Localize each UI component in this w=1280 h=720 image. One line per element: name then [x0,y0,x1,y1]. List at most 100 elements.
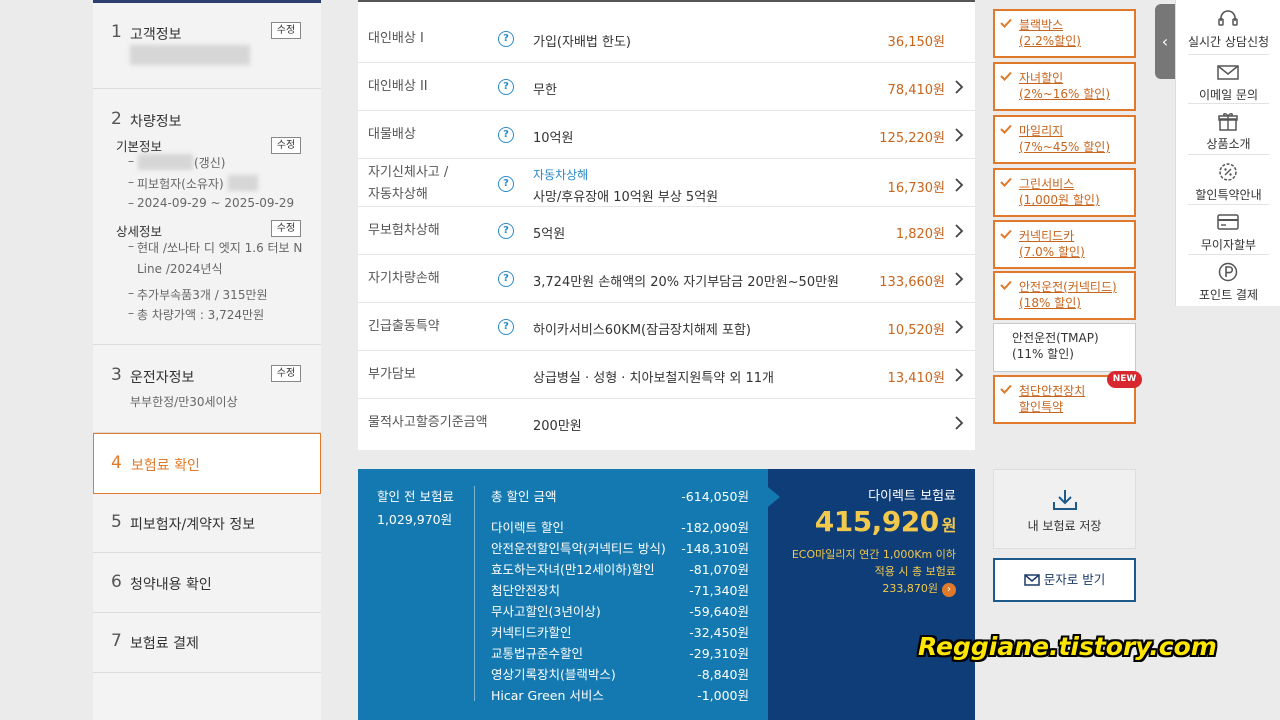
help-icon[interactable]: ? [498,127,514,143]
edit-driver-button[interactable]: 수정 [271,365,301,382]
discount-label-line2: (2%~16% 할인) [1019,87,1111,101]
arrow-right-icon[interactable]: › [942,583,956,597]
step-title: 운전자정보 [130,370,195,386]
coverage-row-bodily-injury-1: 대인배상 Ⅰ ? 가입(자배법 한도) 36,150원 [358,15,975,63]
coverage-price: 1,820원 [895,227,945,242]
coverage-row-bodily-injury-2[interactable]: 대인배상 II ? 무한 78,410원 [358,63,975,111]
quick-menu-products[interactable]: 상품소개 [1176,105,1280,156]
dash: – [128,286,134,300]
coverage-price: 36,150원 [887,35,945,50]
car-value: 총 차량가액 : 3,724만원 [137,308,265,322]
discount-mileage[interactable]: 마일리지 (7%~45% 할인) [993,115,1136,164]
chevron-right-icon[interactable] [951,271,967,287]
coverage-row-emergency[interactable]: 긴급출동특약 ? 하이카서비스60KM(잠금장치해제 포함) 10,520원 [358,303,975,351]
coverage-table: 대인배상 Ⅰ ? 가입(자배법 한도) 36,150원 대인배상 II ? 무한… [358,0,975,450]
coverage-price: 16,730원 [887,181,945,196]
discount-label-line2: 할인특약 [1019,400,1064,414]
edit-customer-button[interactable]: 수정 [271,22,301,39]
step-number: 2 [111,109,122,129]
quick-menu-consult[interactable]: 실시간 상담신청 [1176,3,1280,54]
step-vehicle-info[interactable]: 2 차량정보 기본정보 수정 – (갱신) – 피보험자(소유자) – 2024… [93,89,321,345]
coverage-row-surcharge-threshold[interactable]: 물적사고할증기준금액 200만원 [358,399,975,447]
before-discount-label: 할인 전 보험료 [377,489,454,504]
quick-menu-label: 포인트 결제 [1198,288,1258,302]
coverage-price: 125,220원 [879,131,945,146]
quick-menu-toggle[interactable]: ‹ [1155,4,1175,79]
new-badge: NEW [1107,371,1142,388]
step-customer-info[interactable]: 1 고객정보 수정 [93,3,321,89]
accessories-info: 추가부속품3개 / 315만원 [137,288,268,302]
discount-label-line1: 마일리지 [1019,124,1064,138]
help-icon[interactable]: ? [498,271,514,287]
discount-label-line1: 블랙박스 [1019,18,1064,32]
step-insured-contractor[interactable]: 5 피보험자/계약자 정보 [93,494,321,553]
quick-menu-installment[interactable]: 무이자할부 [1176,206,1280,257]
coverage-row-uninsured[interactable]: 무보험차상해 ? 5억원 1,820원 [358,207,975,255]
help-icon[interactable]: ? [498,223,514,239]
step-driver-info[interactable]: 3 운전자정보 수정 부부한정/만30세이상 [93,345,321,433]
discount-amount: -182,090원 [681,520,749,535]
coverage-row-additional[interactable]: 부가담보 상급병실 · 성형 · 치아보철지원특약 외 11개 13,410원 [358,351,975,399]
chevron-right-icon[interactable] [951,415,967,431]
discount-label-line1: 안전운전(TMAP) [1012,331,1099,345]
step-number: 5 [111,512,122,532]
headset-icon [1218,10,1238,26]
coverage-row-property[interactable]: 대물배상 ? 10억원 125,220원 [358,111,975,159]
help-icon[interactable]: ? [498,79,514,95]
car-model-line1: 현대 /쏘나타 디 엣지 1.6 터보 N [137,241,303,255]
discount-name: 첨단안전장치 [491,583,561,598]
discount-child[interactable]: 자녀할인 (2%~16% 할인) [993,62,1136,111]
step-payment[interactable]: 7 보험료 결제 [93,613,321,673]
chevron-right-icon[interactable] [951,319,967,335]
quick-menu-label: 실시간 상담신청 [1187,35,1270,49]
chevron-right-icon[interactable] [951,367,967,383]
chevron-right-icon[interactable] [951,79,967,95]
step-title: 피보험자/계약자 정보 [130,517,256,533]
discount-amount: -59,640원 [689,604,749,619]
quick-menu-label: 상품소개 [1206,137,1251,151]
discount-label-line2: (11% 할인) [1012,347,1074,361]
coverage-row-self-injury[interactable]: 자기신체사고 / 자동차상해 ? 자동차상해 사망/후유장애 10억원 부상 5… [358,159,975,207]
gift-icon [1218,113,1238,131]
help-icon[interactable]: ? [498,319,514,335]
renewal-label: (갱신) [194,156,226,170]
discount-blackbox[interactable]: 블랙박스 (2.2%할인) [993,9,1136,58]
discount-green-service[interactable]: 그린서비스 (1,000원 할인) [993,168,1136,217]
chevron-right-icon[interactable] [951,127,967,143]
edit-basic-info-button[interactable]: 수정 [271,137,301,154]
discount-amount: -148,310원 [681,541,749,556]
divider [1188,154,1269,155]
premium-summary: 할인 전 보험료 1,029,970원 총 할인 금액 -614,050원 다이… [358,469,768,720]
direct-premium-label: 다이렉트 보험료 [868,489,956,504]
quick-menu-label: 이메일 문의 [1198,88,1258,102]
step-application-review[interactable]: 6 청약내용 확인 [93,553,321,613]
coverage-name: 대인배상 Ⅰ [368,31,424,46]
step-premium-check[interactable]: 4 보험료 확인 [93,433,321,494]
envelope-icon [1024,574,1040,586]
discount-safe-driving-tmap[interactable]: 안전운전(TMAP) (11% 할인) [993,323,1136,372]
save-premium-button[interactable]: 내 보험료 저장 [993,469,1136,549]
discount-safe-driving-connected[interactable]: 안전운전(커넥티드) (18% 할인) [993,271,1136,320]
help-icon[interactable]: ? [498,31,514,47]
quick-menu-discount-guide[interactable]: 할인특약안내 [1176,156,1280,207]
discount-connected-car[interactable]: 커넥티드카 (7.0% 할인) [993,220,1136,269]
coverage-price: 13,410원 [887,371,945,386]
discount-name: 무사고할인(3년이상) [491,604,601,619]
discount-label-line1: 커넥티드카 [1019,229,1075,243]
quick-menu-point-payment[interactable]: 포인트 결제 [1176,256,1280,307]
chevron-right-icon[interactable] [951,177,967,193]
check-icon [1000,18,1012,28]
chevron-right-icon[interactable] [951,223,967,239]
check-icon [1000,229,1012,239]
receive-sms-button[interactable]: 문자로 받기 [993,558,1136,602]
help-icon[interactable]: ? [498,176,514,192]
coverage-desc: 무한 [533,83,557,98]
coverage-row-own-vehicle[interactable]: 자기차량손해 ? 3,724만원 손해액의 20% 자기부담금 20만원~50만… [358,255,975,303]
edit-detail-info-button[interactable]: 수정 [271,220,301,237]
quick-menu-email[interactable]: 이메일 문의 [1176,56,1280,107]
check-icon [1000,71,1012,81]
total-discount-label: 총 할인 금액 [491,489,557,504]
direct-premium-amount: 415,920 원 [815,505,957,538]
step-title: 청약내용 확인 [130,577,212,593]
step-title: 보험료 결제 [130,636,199,652]
